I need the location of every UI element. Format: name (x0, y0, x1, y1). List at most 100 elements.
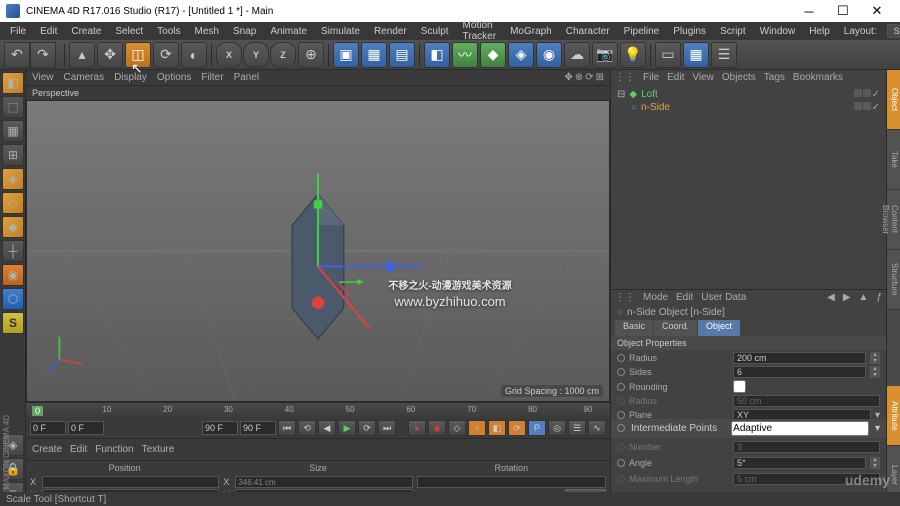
tweak-icon[interactable]: ⬡ (2, 288, 24, 310)
spinner-icon[interactable]: ▴▾ (870, 457, 880, 469)
uv-point-icon[interactable]: ◉ (2, 264, 24, 286)
next-key-icon[interactable]: ⟳ (358, 420, 376, 436)
select-tool-icon[interactable]: ▴ (69, 42, 95, 68)
key-pos-icon[interactable]: ▫ (468, 420, 486, 436)
z-axis-lock[interactable]: Z (270, 42, 296, 68)
model-mode-icon[interactable]: ⬚ (2, 96, 24, 118)
menu-script[interactable]: Script (714, 24, 752, 39)
rtab-content[interactable]: Content Browser (887, 190, 900, 250)
move-tool-icon[interactable]: ✥ (97, 42, 123, 68)
fcurve-icon[interactable]: ∿ (588, 420, 606, 436)
spline-icon[interactable]: 〰 (452, 42, 478, 68)
close-button[interactable]: ✕ (860, 0, 894, 22)
frame-current-input[interactable] (68, 421, 104, 435)
menu-tools[interactable]: Tools (151, 24, 186, 39)
rtab-take[interactable]: Take (887, 130, 900, 190)
key-rot-icon[interactable]: ⟳ (508, 420, 526, 436)
nurbs-icon[interactable]: ◈ (508, 42, 534, 68)
render-settings-icon[interactable]: ▤ (389, 42, 415, 68)
menu-edit[interactable]: Edit (34, 24, 63, 39)
grip-icon[interactable]: ⋮⋮ (615, 72, 635, 83)
key-param-icon[interactable]: P (528, 420, 546, 436)
menu-window[interactable]: Window (754, 24, 802, 39)
vp-menu-panel[interactable]: Panel (234, 72, 260, 83)
rot-h-input[interactable] (417, 476, 606, 488)
primitive-cube-icon[interactable]: ◧ (424, 42, 450, 68)
vp-menu-options[interactable]: Options (157, 72, 191, 83)
vp-menu-cameras[interactable]: Cameras (64, 72, 105, 83)
menu-render[interactable]: Render (368, 24, 413, 39)
play-back-icon[interactable]: ◀ (318, 420, 336, 436)
am-menu-edit[interactable]: Edit (676, 292, 693, 303)
timeline-ruler[interactable]: 0 10 20 30 40 50 60 70 80 90 (26, 403, 610, 419)
texture-mode-icon[interactable]: ▦ (2, 120, 24, 142)
rtab-structure[interactable]: Structure (887, 250, 900, 310)
vp-panels-icon[interactable]: ⊞ (596, 72, 604, 83)
make-editable-icon[interactable]: ◧ (2, 72, 24, 94)
y-axis-lock[interactable]: Y (243, 42, 269, 68)
layout-select[interactable]: Startup (887, 24, 900, 38)
prop-rounding-checkbox[interactable] (733, 380, 746, 393)
workplane-icon[interactable]: ⊞ (2, 144, 24, 166)
rtab-attribute[interactable]: Attribute (887, 386, 900, 446)
rotate-tool-icon[interactable]: ⟳ (153, 42, 179, 68)
deformer-icon[interactable]: ◉ (536, 42, 562, 68)
mat-menu-function[interactable]: Function (95, 444, 133, 455)
menu-plugins[interactable]: Plugins (667, 24, 712, 39)
menu-mograph[interactable]: MoGraph (504, 24, 558, 39)
record-icon[interactable]: ● (408, 420, 426, 436)
render-view-icon[interactable]: ▣ (333, 42, 359, 68)
key-scale-icon[interactable]: ◧ (488, 420, 506, 436)
frame-end2-input[interactable] (240, 421, 276, 435)
tree-item-loft[interactable]: ⊟ ◆ Loft ✓ (615, 88, 882, 101)
spinner-icon[interactable]: ▴▾ (870, 352, 880, 364)
menu-select[interactable]: Select (109, 24, 149, 39)
undo-button[interactable]: ↶ (4, 42, 30, 68)
frame-end-input[interactable] (202, 421, 238, 435)
redo-button[interactable]: ↷ (30, 42, 56, 68)
light-icon[interactable]: 💡 (620, 42, 646, 68)
frame-marker[interactable]: 0 (32, 406, 43, 416)
om-menu-file[interactable]: File (643, 72, 659, 83)
prev-key-icon[interactable]: ⟲ (298, 420, 316, 436)
pos-x-input[interactable] (42, 476, 219, 488)
nav-up-icon[interactable]: ▲ (859, 292, 869, 303)
menu-pipeline[interactable]: Pipeline (618, 24, 666, 39)
mat-menu-create[interactable]: Create (32, 444, 62, 455)
prop-angle-input[interactable] (733, 457, 866, 469)
dropdown-icon[interactable]: ▾ (875, 423, 880, 434)
visibility-check-icon[interactable]: ✓ (872, 89, 880, 100)
vp-nav-icon[interactable]: ✥ (564, 72, 572, 83)
om-menu-bookmarks[interactable]: Bookmarks (793, 72, 843, 83)
menu-create[interactable]: Create (65, 24, 107, 39)
menu-snap[interactable]: Snap (227, 24, 262, 39)
rtab-object[interactable]: Object (887, 70, 900, 130)
x-axis-lock[interactable]: X (216, 42, 242, 68)
maximize-button[interactable]: ☐ (826, 0, 860, 22)
keyframe-sel-icon[interactable]: ◇ (448, 420, 466, 436)
camera-icon[interactable]: 📷 (592, 42, 618, 68)
vp-zoom-icon[interactable]: ⊕ (575, 72, 583, 83)
menu-mesh[interactable]: Mesh (189, 24, 225, 39)
om-menu-view[interactable]: View (692, 72, 714, 83)
grip-icon[interactable]: ⋮⋮ (615, 292, 635, 303)
render-region-icon[interactable]: ▦ (361, 42, 387, 68)
fn-icon[interactable]: ƒ (876, 292, 882, 303)
om-menu-edit[interactable]: Edit (667, 72, 684, 83)
world-axis-icon[interactable]: ⊕ (298, 42, 324, 68)
viewport-3d[interactable]: Grid Spacing : 1000 cm (26, 100, 610, 402)
generator-icon[interactable]: ◆ (480, 42, 506, 68)
point-mode-icon[interactable]: ◈ (2, 168, 24, 190)
vp-menu-filter[interactable]: Filter (201, 72, 223, 83)
expand-icon[interactable]: ⊟ (617, 89, 625, 100)
dropdown-icon[interactable]: ▾ (875, 410, 880, 419)
tab-object[interactable]: Object (698, 320, 740, 336)
mat-menu-texture[interactable]: Texture (142, 444, 175, 455)
am-menu-mode[interactable]: Mode (643, 292, 668, 303)
autokey-icon[interactable]: ◉ (428, 420, 446, 436)
last-tool-icon[interactable]: ◐ (181, 42, 207, 68)
menu-sculpt[interactable]: Sculpt (415, 24, 455, 39)
nav-fwd-icon[interactable]: ▶ (843, 292, 851, 303)
interp-mode-select[interactable] (731, 421, 869, 436)
picture-viewer-icon[interactable]: ▭ (655, 42, 681, 68)
